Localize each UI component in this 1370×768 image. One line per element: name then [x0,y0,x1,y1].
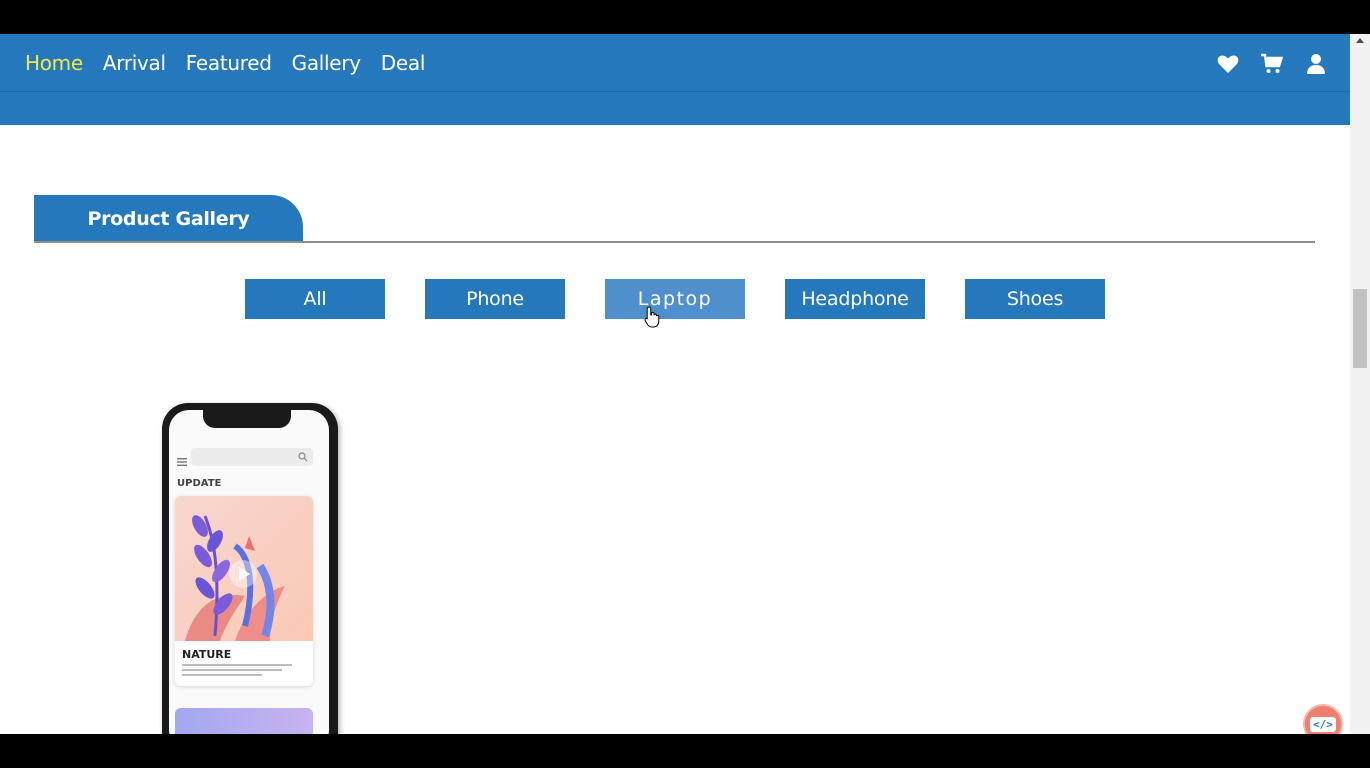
nav-deal[interactable]: Deal [381,51,426,75]
vertical-scrollbar[interactable] [1350,34,1370,734]
phone-notch [203,410,291,428]
nav-arrival[interactable]: Arrival [103,51,166,75]
nav-featured[interactable]: Featured [186,51,272,75]
heart-icon[interactable] [1216,52,1240,76]
filter-shoes-button[interactable]: Shoes [965,279,1105,319]
phone-update-heading: UPDATE [177,478,222,489]
nav-home[interactable]: Home [25,51,83,75]
section-divider [34,241,1315,243]
main-nav: Home Arrival Featured Gallery Deal [25,51,425,75]
phone-card-title: NATURE [182,648,232,661]
phone-second-card [175,708,313,734]
letterbox-bottom [0,734,1370,768]
phone-screen: UPDATE NATURE [169,410,329,734]
top-header: Home Arrival Featured Gallery Deal [0,34,1350,125]
header-divider [0,91,1350,92]
filter-phone-button[interactable]: Phone [425,279,565,319]
filter-all-button[interactable]: All [245,279,385,319]
scroll-up-arrow-icon[interactable] [1356,38,1364,43]
filter-laptop-button[interactable]: Laptop [605,279,745,319]
scrollbar-thumb[interactable] [1353,289,1367,368]
nav-gallery[interactable]: Gallery [292,51,361,75]
filter-bar: All Phone Laptop Headphone Shoes [245,279,1105,319]
hand-cursor-icon [644,306,660,328]
plant-illustration [175,496,313,641]
phone-search-bar [191,448,313,466]
filter-headphone-button[interactable]: Headphone [785,279,925,319]
page-viewport: Home Arrival Featured Gallery Deal Produ… [0,34,1370,734]
code-badge-button[interactable]: </> [1303,704,1343,734]
phone-card-text-lines [182,664,292,679]
code-icon: </> [1310,716,1336,732]
cart-icon[interactable] [1260,52,1284,76]
user-icon[interactable] [1304,52,1328,76]
header-icons [1216,52,1328,76]
search-icon [298,452,308,462]
section-title-tab: Product Gallery [34,195,303,242]
phone-content-card: NATURE [175,496,313,686]
phone-product-image[interactable]: UPDATE NATURE [162,403,338,734]
menu-icon [177,453,187,466]
